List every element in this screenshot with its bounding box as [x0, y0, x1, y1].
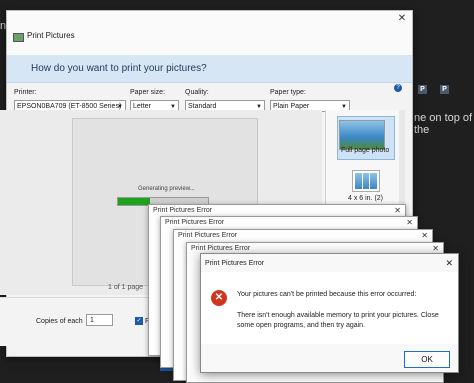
background-app-icon[interactable]: P: [440, 85, 449, 94]
error-dialog-title: Print Pictures Error: [153, 207, 213, 214]
title-bar: Print Pictures ✕: [7, 11, 412, 55]
paper-type-value: Plain Paper: [273, 103, 310, 110]
paper-size-label: Paper size:: [130, 89, 166, 96]
layout-label-full-page: Full page photo: [341, 147, 390, 154]
close-icon[interactable]: ✕: [406, 218, 413, 227]
close-icon[interactable]: ✕: [396, 13, 408, 25]
photo-thumb: [362, 173, 370, 189]
background-app-icon[interactable]: P: [418, 85, 427, 94]
ok-button[interactable]: OK: [404, 351, 450, 368]
window-title: Print Pictures: [27, 31, 75, 40]
quality-value: Standard: [188, 103, 217, 110]
printer-value: EPSON0BA709 (ET-8500 Series): [17, 103, 122, 110]
help-icon[interactable]: ?: [394, 84, 402, 92]
error-icon: ✕: [211, 290, 227, 306]
heading-banner: How do you want to print your pictures?: [7, 55, 412, 83]
error-dialog-title: Print Pictures Error: [178, 232, 238, 239]
dialog-heading: How do you want to print your pictures?: [31, 63, 207, 74]
paper-size-value: Letter: [133, 103, 151, 110]
generating-preview-text: Generating preview...: [138, 186, 195, 192]
copies-label: Copies of each: [36, 318, 83, 325]
close-icon[interactable]: ✕: [445, 258, 453, 269]
copies-value: 1: [90, 317, 94, 324]
error-message-detail: There isn't enough available memory to p…: [237, 312, 439, 329]
close-icon[interactable]: ✕: [421, 231, 428, 240]
paper-type-label: Paper type:: [270, 89, 306, 96]
error-dialog-title: Print Pictures Error: [191, 245, 251, 252]
photo-thumb: [370, 173, 378, 189]
copies-stepper[interactable]: 1: [86, 314, 113, 326]
error-message-primary: Your pictures can't be printed because t…: [237, 291, 417, 298]
background-text-fragment: ne on top of the: [414, 112, 473, 136]
layout-option-4x6[interactable]: [352, 170, 380, 192]
preview-progress-fill: [118, 198, 150, 205]
close-icon[interactable]: ✕: [394, 206, 401, 215]
close-icon[interactable]: ✕: [432, 244, 439, 253]
full-page-photo-thumbnail: [339, 120, 385, 150]
photo-app-icon: [13, 33, 24, 42]
page-count: 1 of 1 page: [108, 284, 144, 291]
quality-label: Quality:: [185, 89, 209, 96]
layout-label-4x6: 4 x 6 in. (2): [348, 195, 384, 202]
photo-thumb: [355, 173, 362, 189]
error-dialog-title: Print Pictures Error: [165, 219, 225, 226]
error-dialog-title: Print Pictures Error: [205, 260, 265, 267]
error-dialog: Print Pictures Error ✕ ✕ Your pictures c…: [200, 253, 459, 373]
fit-picture-checkbox[interactable]: ✓: [135, 317, 143, 325]
error-dialog-body: [201, 272, 458, 344]
printer-label: Printer:: [14, 89, 37, 96]
